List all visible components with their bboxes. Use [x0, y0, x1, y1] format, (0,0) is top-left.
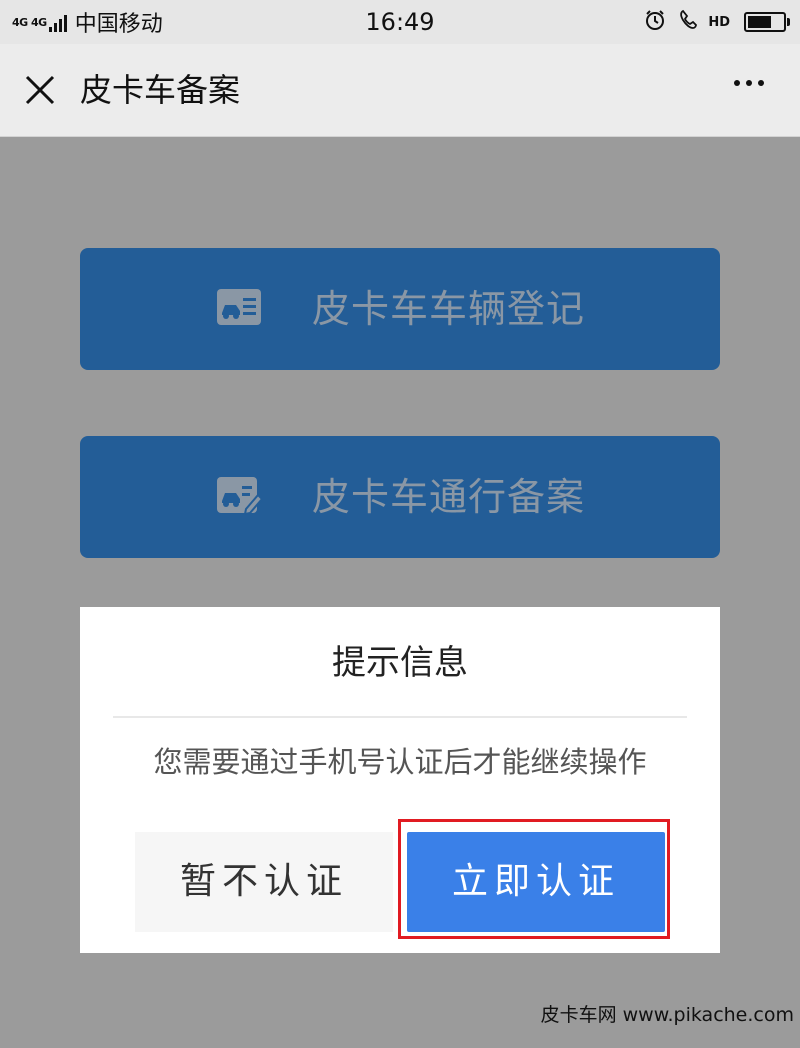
- status-bar: 4G 4G 中国移动 16:49 HD: [0, 0, 800, 44]
- vehicle-registration-button[interactable]: 皮卡车车辆登记: [80, 248, 720, 370]
- alarm-icon: [644, 9, 666, 36]
- vehicle-registration-label: 皮卡车车辆登记: [312, 287, 586, 331]
- dialog-divider: [113, 716, 687, 718]
- battery-icon: [744, 12, 790, 32]
- watermark: 皮卡车网 www.pikache.com: [540, 1004, 794, 1026]
- page-title: 皮卡车备案: [80, 71, 241, 109]
- hd-label: HD: [708, 14, 730, 30]
- cancel-verify-button[interactable]: 暂不认证: [135, 832, 393, 932]
- hd-call-icon: [678, 9, 700, 36]
- vehicle-edit-icon: [216, 475, 264, 516]
- nav-bar: 皮卡车备案: [0, 44, 800, 137]
- vehicle-pass-filing-button[interactable]: 皮卡车通行备案: [80, 436, 720, 558]
- dialog-title: 提示信息: [332, 643, 468, 683]
- vehicle-card-icon: [216, 287, 262, 327]
- dialog-message: 您需要通过手机号认证后才能继续操作: [153, 745, 647, 779]
- more-icon[interactable]: [728, 80, 764, 86]
- highlight-box: [398, 819, 670, 939]
- close-icon[interactable]: [22, 72, 58, 108]
- battery-level: [748, 16, 771, 28]
- status-right: HD: [632, 7, 790, 37]
- vehicle-pass-filing-label: 皮卡车通行备案: [312, 475, 586, 519]
